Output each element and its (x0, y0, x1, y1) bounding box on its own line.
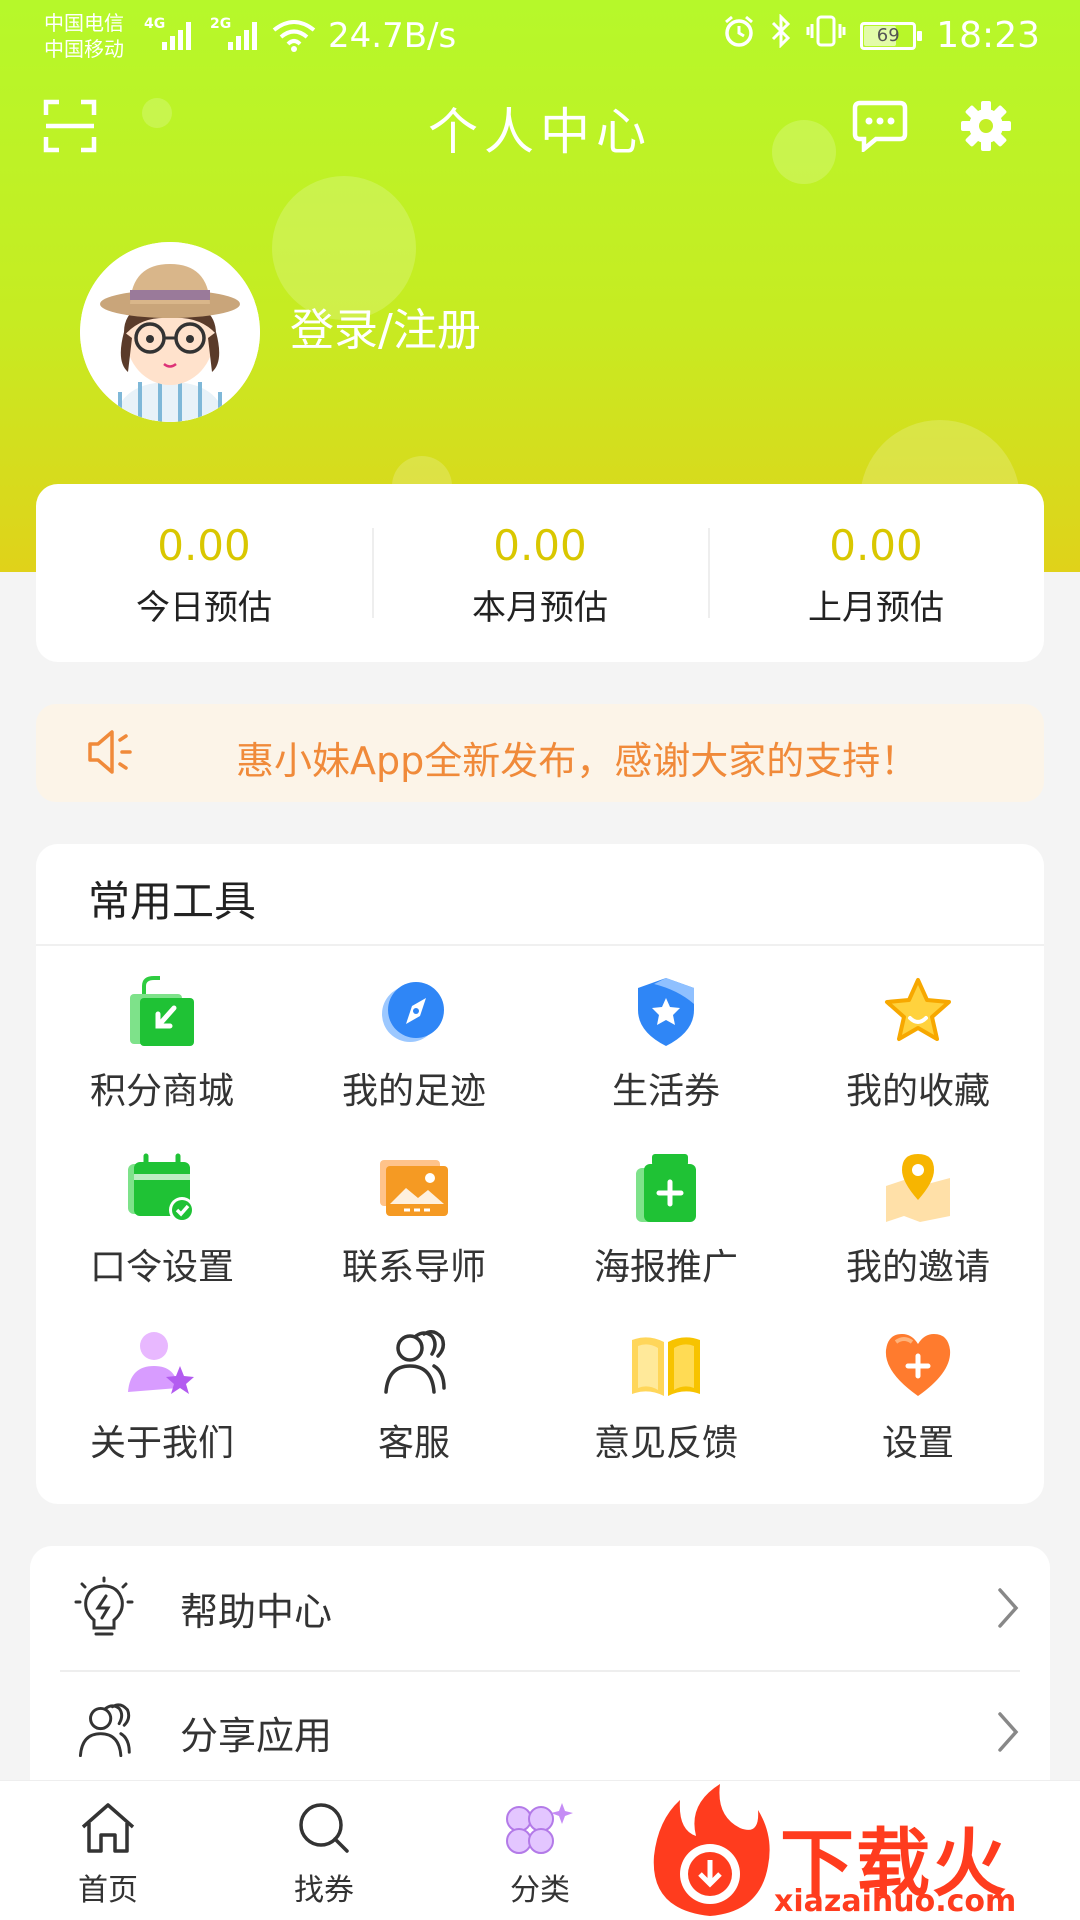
earning-value: 0.00 (157, 520, 251, 570)
lightbulb-icon (70, 1574, 138, 1642)
tool-label: 设置 (881, 1423, 954, 1464)
tool-settings[interactable]: 设置 (792, 1324, 1044, 1500)
tool-label: 联系导师 (341, 1247, 486, 1288)
status-right: 69 18:23 (722, 13, 1040, 57)
shopping-bag-icon (122, 972, 202, 1052)
map-pin-icon (878, 1148, 958, 1228)
status-bar: 中国电信 中国移动 4G 2G 24.7B/s 69 18:23 (0, 0, 1080, 80)
nav-home[interactable]: 首页 (48, 1801, 168, 1909)
flame-logo-icon (653, 1784, 770, 1916)
tool-life-coupon[interactable]: 生活券 (540, 972, 792, 1148)
medicine-bottle-icon (626, 1148, 706, 1228)
tool-points-mall[interactable]: 积分商城 (36, 972, 288, 1148)
wifi-icon (272, 18, 316, 56)
tool-my-footprints[interactable]: 我的足迹 (288, 972, 540, 1148)
list-item-label: 分享应用 (180, 1713, 333, 1758)
people-outline-icon (70, 1698, 138, 1766)
list-item-help-center[interactable]: 帮助中心 (30, 1546, 1050, 1670)
network-speed: 24.7B/s (328, 16, 457, 56)
calendar-check-icon (122, 1148, 202, 1228)
search-icon (295, 1801, 353, 1859)
menu-list: 帮助中心 分享应用 (30, 1546, 1050, 1806)
bluetooth-icon (770, 13, 792, 57)
section-title: 常用工具 (88, 877, 257, 926)
earning-label: 上月预估 (808, 587, 944, 628)
tool-contact-mentor[interactable]: 联系导师 (288, 1148, 540, 1324)
tool-label: 口令设置 (89, 1247, 234, 1288)
watermark-logo: 下载火 xiazaihuo.com (640, 1780, 1080, 1920)
earning-value: 0.00 (829, 520, 923, 570)
nav-label: 首页 (78, 1873, 138, 1908)
earning-label: 本月预估 (472, 587, 608, 628)
vibrate-icon (806, 14, 846, 57)
nav-category[interactable]: 分类 (480, 1801, 600, 1909)
list-item-share-app[interactable]: 分享应用 (30, 1670, 1050, 1794)
message-icon[interactable] (850, 96, 910, 156)
user-star-icon (122, 1324, 202, 1404)
people-outline-icon (374, 1324, 454, 1404)
chevron-right-icon (996, 1710, 1020, 1758)
nav-find-coupons[interactable]: 找券 (264, 1801, 384, 1909)
carrier-labels: 中国电信 中国移动 (44, 10, 124, 62)
tool-about-us[interactable]: 关于我们 (36, 1324, 288, 1500)
settings-gear-icon[interactable] (956, 96, 1016, 156)
avatar[interactable] (80, 242, 260, 422)
tool-label: 海报推广 (593, 1247, 738, 1288)
nav-label: 找券 (294, 1873, 354, 1908)
clock: 18:23 (936, 15, 1040, 56)
earning-this-month[interactable]: 0.00 本月预估 (372, 484, 708, 662)
tool-label: 客服 (377, 1423, 450, 1464)
home-icon (79, 1801, 137, 1859)
tool-label: 积分商城 (89, 1071, 234, 1112)
earning-last-month[interactable]: 0.00 上月预估 (708, 484, 1044, 662)
chevron-right-icon (996, 1586, 1020, 1634)
divider (36, 944, 1044, 946)
tool-label: 我的邀请 (845, 1247, 990, 1288)
common-tools-card: 常用工具 积分商城 我的足迹 生活券 我的收藏 口令设置 联系导师 海报推广 我… (36, 844, 1044, 1504)
tool-label: 意见反馈 (593, 1423, 738, 1464)
earnings-card: 0.00 今日预估 0.00 本月预估 0.00 上月预估 (36, 484, 1044, 662)
tool-feedback[interactable]: 意见反馈 (540, 1324, 792, 1500)
compass-icon (374, 972, 454, 1052)
tools-grid: 积分商城 我的足迹 生活券 我的收藏 口令设置 联系导师 海报推广 我的邀请 关… (36, 972, 1044, 1500)
tool-password-settings[interactable]: 口令设置 (36, 1148, 288, 1324)
tool-label: 我的收藏 (845, 1071, 990, 1112)
tool-label: 我的足迹 (341, 1071, 486, 1112)
announcement-bar[interactable]: 惠小妹App全新发布，感谢大家的支持！ (36, 704, 1044, 802)
tool-my-invites[interactable]: 我的邀请 (792, 1148, 1044, 1324)
list-item-label: 帮助中心 (180, 1589, 333, 1634)
speaker-icon (84, 726, 136, 782)
heart-plus-icon (878, 1324, 958, 1404)
alarm-icon (722, 14, 756, 57)
star-icon (878, 972, 958, 1052)
tool-label: 生活券 (611, 1071, 720, 1112)
shield-star-icon (626, 972, 706, 1052)
tool-customer-service[interactable]: 客服 (288, 1324, 540, 1500)
signal-icon (162, 18, 191, 50)
earning-value: 0.00 (493, 520, 587, 570)
category-clover-icon (500, 1801, 580, 1859)
earning-label: 今日预估 (136, 587, 272, 628)
nav-label: 分类 (510, 1873, 570, 1908)
page-title: 个人中心 (428, 103, 652, 161)
watermark-url: xiazaihuo.com (774, 1884, 1017, 1919)
carrier-1: 中国电信 (44, 11, 124, 35)
announcement-text: 惠小妹App全新发布，感谢大家的支持！ (236, 739, 919, 783)
tool-my-favorites[interactable]: 我的收藏 (792, 972, 1044, 1148)
login-register-link[interactable]: 登录/注册 (290, 294, 481, 358)
carrier-2: 中国移动 (44, 37, 124, 61)
book-icon (626, 1324, 706, 1404)
signal-icon (228, 18, 257, 50)
earning-today[interactable]: 0.00 今日预估 (36, 484, 372, 662)
tool-poster-promotion[interactable]: 海报推广 (540, 1148, 792, 1324)
battery-icon: 69 (860, 21, 923, 50)
tool-label: 关于我们 (89, 1423, 234, 1464)
picture-icon (374, 1148, 454, 1228)
